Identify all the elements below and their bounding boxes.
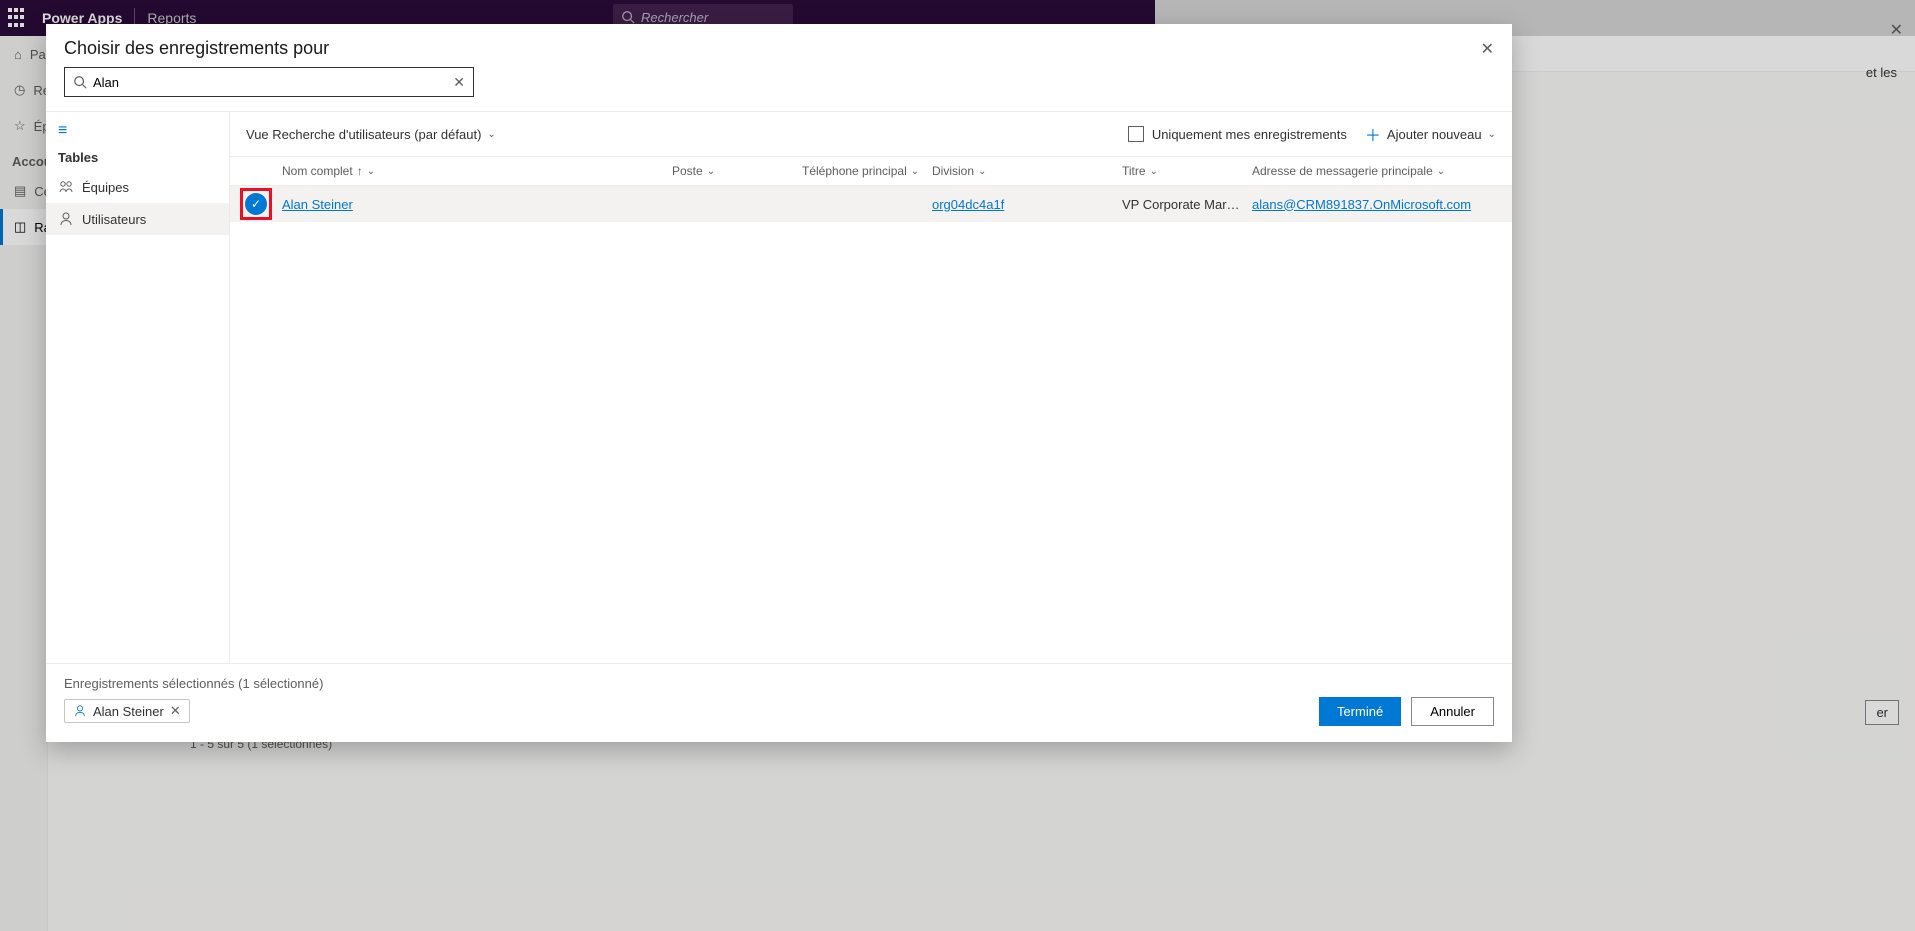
tables-panel: ≡ Tables Équipes Utilisateurs xyxy=(46,112,230,663)
cancel-button[interactable]: Annuler xyxy=(1411,697,1494,726)
table-item-users[interactable]: Utilisateurs xyxy=(46,203,229,235)
selected-chip: Alan Steiner ✕ xyxy=(64,699,190,723)
search-icon xyxy=(73,75,87,89)
cell-email-link[interactable]: alans@CRM891837.OnMicrosoft.com xyxy=(1252,197,1471,212)
lookup-dialog: Choisir des enregistrements pour ✕ ✕ ≡ T… xyxy=(46,24,1512,742)
dialog-title: Choisir des enregistrements pour xyxy=(64,38,329,59)
only-mine-checkbox[interactable]: Uniquement mes enregistrements xyxy=(1128,126,1347,142)
remove-chip-icon[interactable]: ✕ xyxy=(170,703,181,719)
table-item-label: Utilisateurs xyxy=(82,212,146,227)
only-mine-label: Uniquement mes enregistrements xyxy=(1152,127,1347,142)
chevron-down-icon: ⌄ xyxy=(707,166,715,177)
chevron-down-icon: ⌄ xyxy=(1488,129,1496,140)
user-icon xyxy=(58,211,74,227)
cell-division-link[interactable]: org04dc4a1f xyxy=(932,197,1004,212)
chevron-down-icon: ⌄ xyxy=(978,166,986,177)
done-button[interactable]: Terminé xyxy=(1319,697,1401,726)
column-poste[interactable]: Poste⌄ xyxy=(672,164,802,178)
tables-header: Tables xyxy=(46,144,229,171)
panel-menu-icon[interactable]: ≡ xyxy=(46,112,229,144)
search-input[interactable] xyxy=(93,75,447,90)
view-selector[interactable]: Vue Recherche d'utilisateurs (par défaut… xyxy=(246,127,496,142)
column-phone[interactable]: Téléphone principal⌄ xyxy=(802,164,932,178)
chevron-down-icon: ⌄ xyxy=(1437,166,1445,177)
column-title[interactable]: Titre⌄ xyxy=(1122,164,1252,178)
checkbox-icon xyxy=(1128,126,1144,142)
plus-icon: ＋ xyxy=(1365,122,1381,146)
close-dialog-icon[interactable]: ✕ xyxy=(1481,39,1494,59)
clear-search-icon[interactable]: ✕ xyxy=(453,74,465,91)
sort-asc-icon: ↑ xyxy=(357,164,363,178)
table-row[interactable]: ✓ Alan Steiner org04dc4a1f VP Corporate … xyxy=(230,186,1512,222)
cell-name-link[interactable]: Alan Steiner xyxy=(282,197,353,212)
highlight-box: ✓ xyxy=(240,188,272,220)
table-item-label: Équipes xyxy=(82,180,129,195)
selected-count-label: Enregistrements sélectionnés (1 sélectio… xyxy=(64,676,1494,691)
add-new-label: Ajouter nouveau xyxy=(1387,127,1482,142)
cell-title: VP Corporate Mar… xyxy=(1122,197,1252,212)
table-item-teams[interactable]: Équipes xyxy=(46,171,229,203)
view-selector-label: Vue Recherche d'utilisateurs (par défaut… xyxy=(246,127,481,142)
column-name[interactable]: Nom complet ↑⌄ xyxy=(282,164,672,178)
chip-label: Alan Steiner xyxy=(93,704,164,719)
chevron-down-icon: ⌄ xyxy=(911,166,919,177)
chevron-down-icon: ⌄ xyxy=(367,166,375,177)
row-selected-icon[interactable]: ✓ xyxy=(245,193,267,215)
grid-header: Nom complet ↑⌄ Poste⌄ Téléphone principa… xyxy=(230,156,1512,186)
column-email[interactable]: Adresse de messagerie principale⌄ xyxy=(1252,164,1512,178)
add-new-button[interactable]: ＋ Ajouter nouveau ⌄ xyxy=(1365,122,1496,146)
column-division[interactable]: Division⌄ xyxy=(932,164,1122,178)
team-icon xyxy=(58,179,74,195)
chevron-down-icon: ⌄ xyxy=(487,129,495,140)
chevron-down-icon: ⌄ xyxy=(1150,166,1158,177)
user-icon xyxy=(73,704,87,718)
search-box: ✕ xyxy=(64,67,474,97)
